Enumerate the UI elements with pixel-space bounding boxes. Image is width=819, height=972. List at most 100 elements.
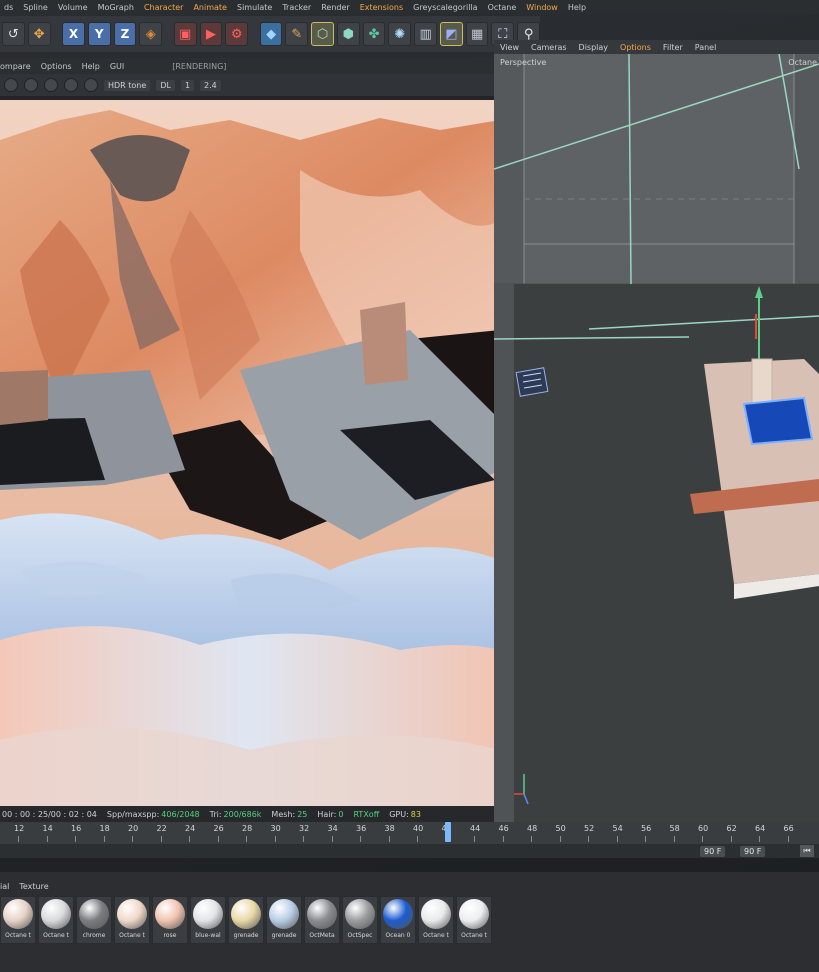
material-swatch[interactable]: Octane t <box>114 896 150 944</box>
menu-item[interactable]: Extensions <box>360 3 403 12</box>
camera-label[interactable]: Perspective <box>500 58 546 67</box>
coordinate-system-icon[interactable]: ◈ <box>139 22 163 46</box>
menu-item[interactable]: ds <box>4 3 13 12</box>
viewport-menu-item[interactable]: View <box>500 43 519 52</box>
material-label: grenade <box>271 932 297 939</box>
pen-icon[interactable]: ✎ <box>285 22 309 46</box>
timeline-tick-label: 46 <box>498 824 509 833</box>
timeline-tick-label: 18 <box>99 824 110 833</box>
render-menu-item[interactable]: Options <box>41 62 72 71</box>
render-menu-item[interactable]: Help <box>82 62 100 71</box>
render-tools-bar: HDR tone DL 1 2.4 <box>0 74 500 96</box>
render-picture-viewer-icon[interactable]: ▶ <box>199 22 223 46</box>
subdivision-icon[interactable]: ⬡ <box>311 22 334 46</box>
render-pause-icon[interactable] <box>44 78 58 92</box>
timeline-tick-mark <box>645 836 646 842</box>
render-menu-item[interactable]: GUI <box>110 62 124 71</box>
material-label: Octane t <box>461 932 487 939</box>
timeline-tick-label: 48 <box>527 824 538 833</box>
timeline-ruler[interactable]: 1214161820222426283032343638404244464850… <box>0 822 819 842</box>
camera-icon[interactable]: ◩ <box>439 22 463 46</box>
viewport-menu-item[interactable]: Panel <box>695 43 717 52</box>
render-menu-item[interactable]: ompare <box>0 62 31 71</box>
menu-item[interactable]: Simulate <box>237 3 272 12</box>
value-field-1[interactable]: 1 <box>180 79 195 91</box>
material-swatch[interactable]: Octane t <box>456 896 492 944</box>
material-swatch[interactable]: Ocean 0 <box>380 896 416 944</box>
mograph-icon[interactable]: ✤ <box>362 22 386 46</box>
menu-item[interactable]: Greyscalegorilla <box>413 3 477 12</box>
viewport-menu-item[interactable]: Cameras <box>531 43 567 52</box>
material-swatch[interactable]: grenade <box>266 896 302 944</box>
separator <box>251 22 257 46</box>
tab-material[interactable]: ial <box>0 882 9 891</box>
timeline-tick-label: 54 <box>612 824 623 833</box>
menu-item[interactable]: Volume <box>58 3 88 12</box>
material-label: Octane t <box>423 932 449 939</box>
menu-item[interactable]: Octane <box>488 3 517 12</box>
timeline-tick-label: 22 <box>156 824 167 833</box>
material-swatch[interactable]: rose <box>152 896 188 944</box>
render-focus-icon[interactable] <box>84 78 98 92</box>
timeline-tick-mark <box>189 836 190 842</box>
x-axis-button[interactable]: X <box>62 22 85 46</box>
go-to-start-icon[interactable]: ⏮ <box>800 845 814 857</box>
material-preview-ball <box>3 899 33 929</box>
material-label: Ocean 0 <box>385 932 411 939</box>
z-axis-button[interactable]: Z <box>113 22 137 46</box>
material-swatch[interactable]: chrome <box>76 896 112 944</box>
menu-item[interactable]: Spline <box>23 3 48 12</box>
viewport-menu-bar: View Cameras Display Options Filter Pane… <box>494 40 819 54</box>
timeline-playhead[interactable] <box>445 822 451 842</box>
material-swatch[interactable]: OctMeta <box>304 896 340 944</box>
render-stop-icon[interactable] <box>24 78 38 92</box>
render-time: 00 : 00 : 25/00 : 02 : 04 <box>2 809 97 819</box>
menu-item[interactable]: Help <box>568 3 586 12</box>
light-icon[interactable]: ▦ <box>465 22 489 46</box>
viewport-canvas[interactable]: Perspective Octane <box>494 54 819 822</box>
menu-item[interactable]: Render <box>321 3 349 12</box>
deformer-icon[interactable]: ✺ <box>388 22 412 46</box>
material-preview-ball <box>307 899 337 929</box>
timeline-tick-label: 34 <box>327 824 338 833</box>
material-swatch[interactable]: grenade <box>228 896 264 944</box>
max-frame-field[interactable]: 90 F <box>740 846 766 857</box>
material-swatch[interactable]: blue-wal <box>190 896 226 944</box>
undo-icon[interactable]: ↺ <box>2 22 25 46</box>
material-preview-ball <box>41 899 71 929</box>
y-axis-button[interactable]: Y <box>87 22 111 46</box>
cube-icon[interactable]: ◆ <box>259 22 283 46</box>
render-region-icon[interactable] <box>64 78 78 92</box>
viewport-menu-item[interactable]: Options <box>620 43 651 52</box>
kernel-dropdown[interactable]: DL <box>156 79 175 91</box>
generator-icon[interactable]: ⬢ <box>336 22 360 46</box>
move-icon[interactable]: ✥ <box>27 22 51 46</box>
material-preview-ball <box>193 899 223 929</box>
material-swatch[interactable]: Octane t <box>0 896 36 944</box>
material-swatch[interactable]: Octane t <box>418 896 454 944</box>
end-frame-field[interactable]: 90 F <box>700 846 726 857</box>
timeline-tick-label: 38 <box>384 824 395 833</box>
render-start-icon[interactable] <box>4 78 18 92</box>
menu-item[interactable]: Window <box>526 3 558 12</box>
material-swatch[interactable]: OctSpec <box>342 896 378 944</box>
timeline-tick-mark <box>75 836 76 842</box>
timeline-tick-mark <box>160 836 162 842</box>
menu-item[interactable]: Animate <box>193 3 227 12</box>
timeline[interactable]: 1214161820222426283032343638404244464850… <box>0 822 819 858</box>
viewport-menu-item[interactable]: Display <box>579 43 609 52</box>
value-field-2[interactable]: 2.4 <box>200 79 221 91</box>
null-object-icon[interactable] <box>515 367 549 397</box>
viewport-menu-item[interactable]: Filter <box>663 43 683 52</box>
menu-item[interactable]: MoGraph <box>98 3 134 12</box>
menu-item[interactable]: Tracker <box>282 3 311 12</box>
tonemap-dropdown[interactable]: HDR tone <box>104 79 151 91</box>
scene-icon[interactable]: ▥ <box>414 22 437 46</box>
render-view-icon[interactable]: ▣ <box>173 22 197 46</box>
menu-item-character[interactable]: Character <box>144 3 184 12</box>
timeline-tick-label: 40 <box>413 824 424 833</box>
material-swatch[interactable]: Octane t <box>38 896 74 944</box>
timeline-tick-mark <box>730 836 732 842</box>
tab-texture[interactable]: Texture <box>19 882 48 891</box>
render-settings-icon[interactable]: ⚙ <box>225 22 249 46</box>
